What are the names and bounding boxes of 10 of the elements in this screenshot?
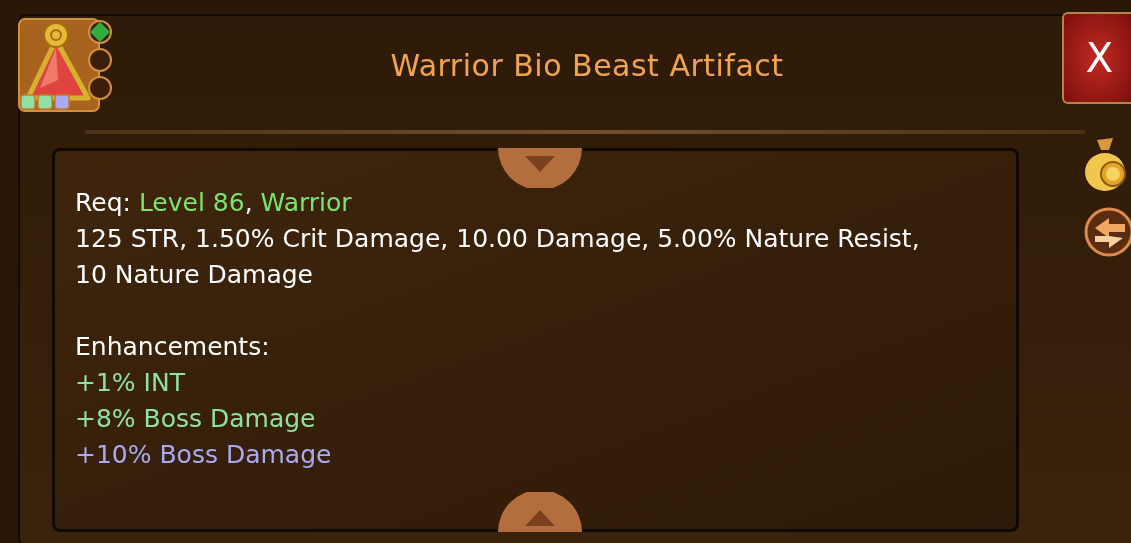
stats-text: 125 STR, 1.50% Crit Damage, 10.00 Damage, 5.00% Nature Resist, 10 Nature Damage (75, 223, 921, 291)
scroll-up-button[interactable] (495, 492, 585, 532)
enhancement-text: +1% INT (75, 367, 186, 399)
scroll-down-button[interactable] (495, 148, 585, 188)
enhancement-text: +8% Boss Damage (75, 403, 317, 435)
enhancements-heading: Enhancements: (75, 331, 271, 363)
requirements-text: Req: Level 86, Warrior (75, 187, 353, 219)
enhancement-text: +10% Boss Damage (75, 439, 333, 471)
close-button[interactable]: X (1062, 12, 1131, 104)
item-title: Warrior Bio Beast Artifact (390, 48, 784, 83)
